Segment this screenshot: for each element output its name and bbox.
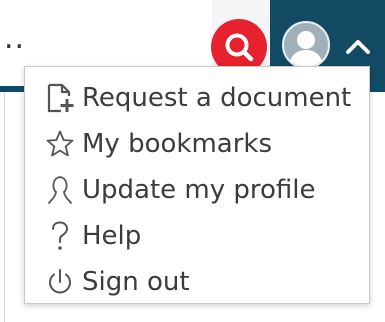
- user-menu-list: Request a document My bookmarks Update m…: [25, 75, 369, 305]
- search-text: ..: [4, 21, 26, 56]
- power-icon: [40, 262, 80, 302]
- menu-item-label: Sign out: [82, 267, 190, 297]
- menu-item-request-document[interactable]: Request a document: [25, 75, 369, 121]
- menu-item-my-bookmarks[interactable]: My bookmarks: [25, 121, 369, 167]
- menu-item-label: Help: [82, 221, 142, 251]
- chevron-up-icon: [346, 40, 370, 54]
- question-icon: [40, 216, 80, 256]
- content-edge: [4, 92, 5, 322]
- document-add-icon: [40, 78, 80, 118]
- menu-item-help[interactable]: Help: [25, 213, 369, 259]
- user-avatar-icon: [289, 31, 323, 67]
- menu-item-label: My bookmarks: [82, 129, 273, 159]
- search-icon: [225, 33, 254, 62]
- profile-icon: [40, 170, 80, 210]
- menu-item-sign-out[interactable]: Sign out: [25, 259, 369, 305]
- menu-item-update-profile[interactable]: Update my profile: [25, 167, 369, 213]
- menu-toggle-button[interactable]: [338, 28, 378, 64]
- page: .. Request a document My bookmarks Updat…: [0, 0, 385, 322]
- menu-item-label: Request a document: [82, 83, 352, 113]
- menu-item-label: Update my profile: [82, 175, 316, 205]
- user-menu-dropdown: Request a document My bookmarks Update m…: [24, 66, 370, 304]
- star-icon: [40, 124, 80, 164]
- user-avatar-button[interactable]: [282, 21, 330, 69]
